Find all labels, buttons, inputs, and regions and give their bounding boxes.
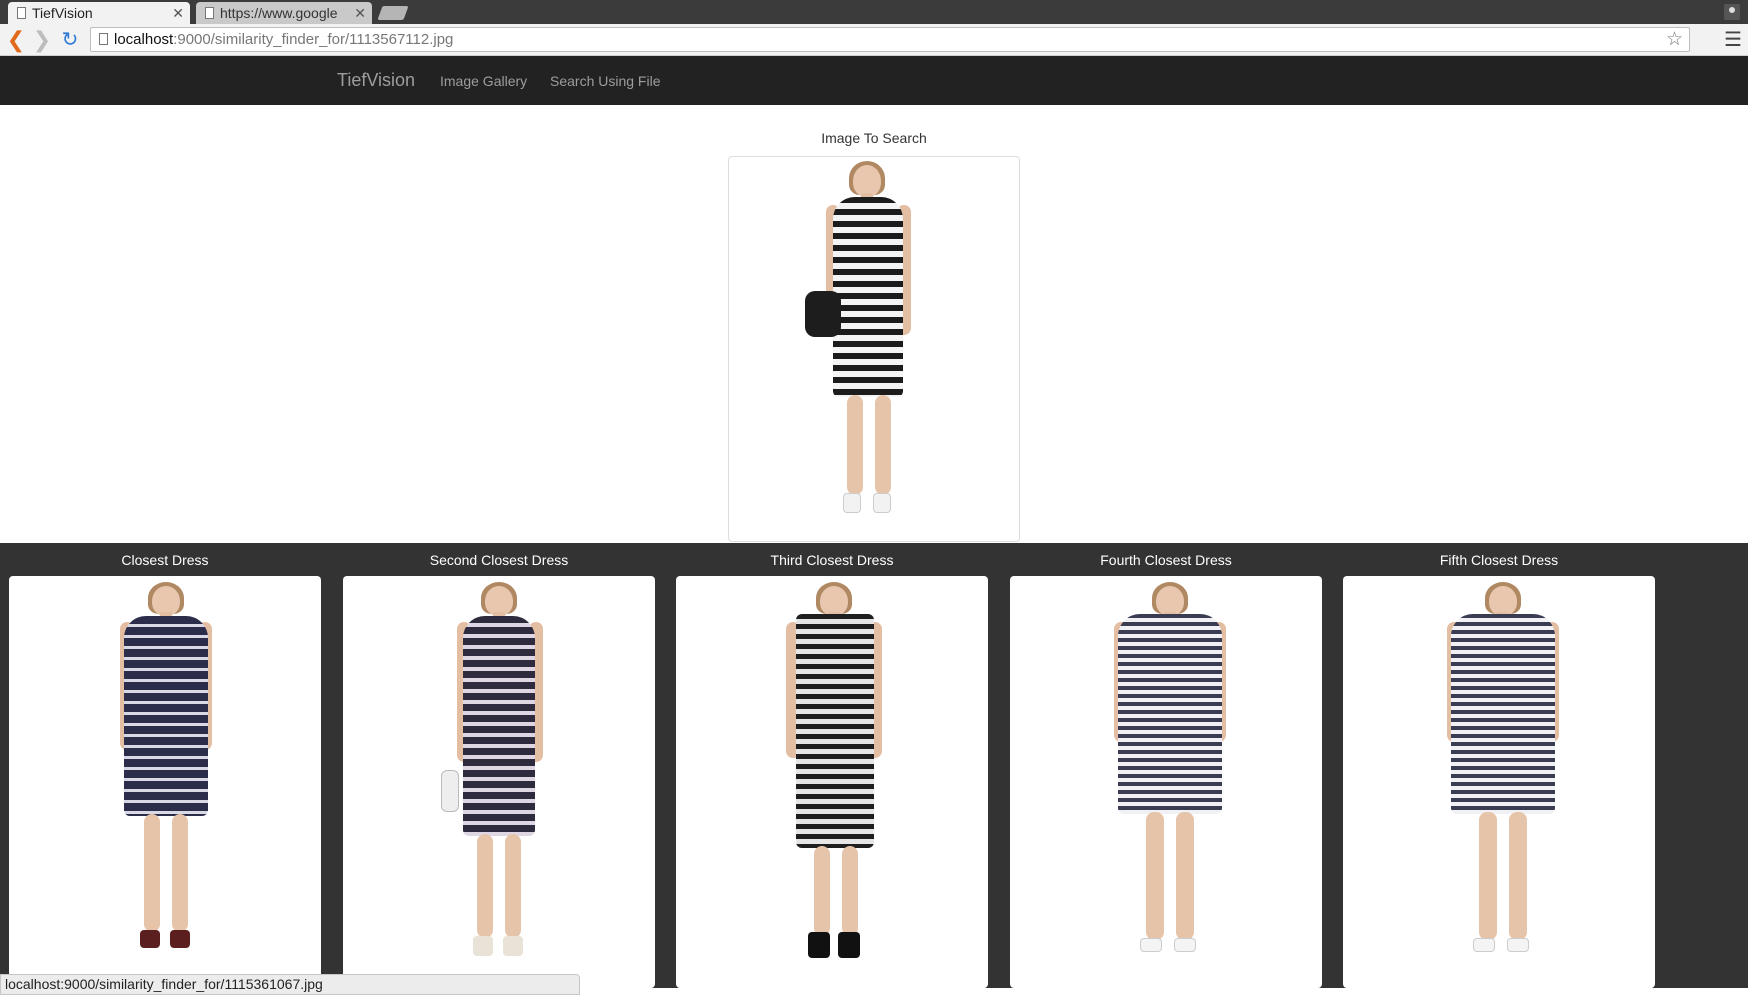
nav-search-using-file[interactable]: Search Using File xyxy=(550,73,661,89)
result-card[interactable] xyxy=(9,576,321,988)
dress-photo xyxy=(799,161,949,541)
dress-photo xyxy=(104,582,234,987)
query-heading: Image To Search xyxy=(821,130,927,146)
result-card[interactable] xyxy=(1343,576,1655,988)
url-host: localhost xyxy=(114,31,174,48)
site-navbar: TiefVision Image Gallery Search Using Fi… xyxy=(0,56,1748,105)
result-card[interactable] xyxy=(343,576,655,988)
dress-photo xyxy=(1106,582,1236,987)
tab-google[interactable]: https://www.google ✕ xyxy=(196,2,372,24)
result-heading: Fifth Closest Dress xyxy=(1439,552,1559,568)
result-card[interactable] xyxy=(676,576,988,988)
tab-title: TiefVision xyxy=(32,5,93,21)
dress-photo xyxy=(1439,582,1569,987)
url-text[interactable]: localhost:9000/similarity_finder_for/111… xyxy=(114,31,453,48)
result-heading: Third Closest Dress xyxy=(770,552,894,568)
profile-icon[interactable] xyxy=(1724,4,1740,20)
result-heading: Second Closest Dress xyxy=(429,552,569,568)
close-tab-icon[interactable]: ✕ xyxy=(172,2,184,24)
dress-photo xyxy=(431,582,571,987)
tab-title: https://www.google xyxy=(220,5,338,21)
nav-image-gallery[interactable]: Image Gallery xyxy=(440,73,527,89)
tab-tiefvision[interactable]: TiefVision ✕ xyxy=(8,2,190,24)
page-icon xyxy=(99,33,108,45)
status-url: localhost:9000/similarity_finder_for/111… xyxy=(0,974,580,995)
menu-icon[interactable]: ☰ xyxy=(1724,27,1742,52)
results-section: Closest Dress Second Closest Dress Third… xyxy=(0,543,1748,988)
result-heading: Fourth Closest Dress xyxy=(1100,552,1232,568)
address-bar[interactable]: localhost:9000/similarity_finder_for/111… xyxy=(90,27,1690,52)
close-tab-icon[interactable]: ✕ xyxy=(354,2,366,24)
url-path: :9000/similarity_finder_for/1113567112.j… xyxy=(173,31,454,48)
brand-link[interactable]: TiefVision xyxy=(337,70,415,91)
result-heading: Closest Dress xyxy=(121,552,209,568)
new-tab-button[interactable] xyxy=(377,6,409,20)
query-image xyxy=(728,156,1020,542)
tab-strip: TiefVision ✕ https://www.google ✕ xyxy=(0,0,1748,24)
forward-arrow-icon[interactable]: ❯ xyxy=(30,27,54,53)
reload-icon[interactable]: ↻ xyxy=(58,27,82,53)
browser-toolbar: ❮ ❯ ↻ localhost:9000/similarity_finder_f… xyxy=(0,24,1748,56)
back-arrow-icon[interactable]: ❮ xyxy=(4,27,28,53)
dress-photo xyxy=(772,582,902,987)
page-icon xyxy=(205,7,214,19)
result-card[interactable] xyxy=(1010,576,1322,988)
bookmark-star-icon[interactable]: ☆ xyxy=(1666,28,1683,51)
page-icon xyxy=(17,7,26,19)
